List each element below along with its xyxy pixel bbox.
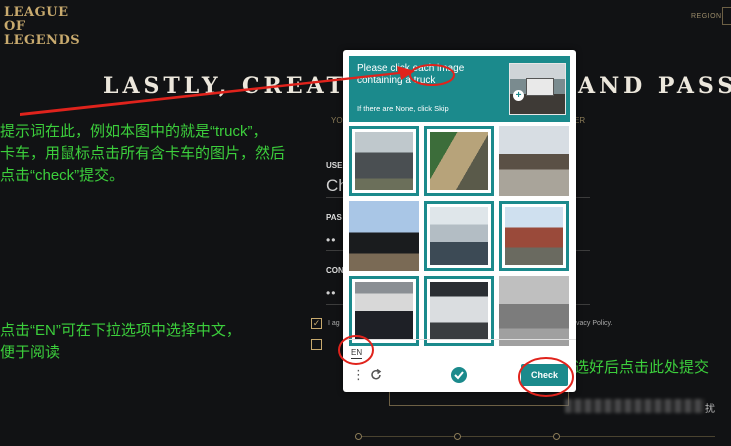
red-circle-language — [338, 335, 374, 365]
red-circle-check — [518, 357, 574, 397]
red-circle-prompt — [409, 64, 455, 86]
red-arrow — [20, 66, 415, 116]
annotation-overlay — [20, 64, 574, 397]
